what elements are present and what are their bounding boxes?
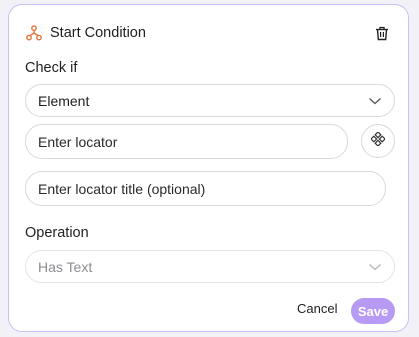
cancel-button[interactable]: Cancel: [297, 301, 337, 316]
flow-branch-icon: [26, 25, 42, 41]
locator-input[interactable]: [38, 133, 335, 150]
chevron-down-icon: [368, 97, 382, 105]
locator-title-field[interactable]: [25, 171, 386, 206]
start-condition-card: Start Condition Check if Element Enter l…: [8, 4, 409, 332]
save-button[interactable]: Save: [351, 298, 395, 324]
locator-field[interactable]: [25, 124, 348, 159]
operation-label: Operation: [25, 225, 89, 241]
operation-select[interactable]: Has Text: [25, 250, 395, 283]
element-picker-icon: [370, 130, 386, 151]
element-picker-button[interactable]: [361, 124, 395, 158]
operation-value: Has Text: [38, 258, 93, 275]
card-title: Start Condition: [50, 25, 146, 41]
card-header: Start Condition: [26, 23, 390, 43]
element-type-value: Element: [38, 92, 90, 109]
check-if-label: Check if: [25, 60, 78, 76]
element-type-select[interactable]: Element: [25, 84, 395, 117]
chevron-down-icon: [368, 263, 382, 271]
locator-title-input[interactable]: [38, 180, 373, 197]
trash-icon[interactable]: [374, 25, 390, 41]
